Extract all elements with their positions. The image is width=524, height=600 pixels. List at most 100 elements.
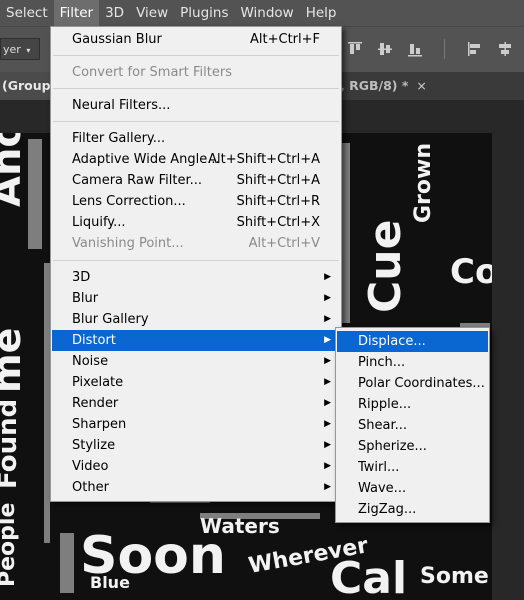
canvas-word: Blue [90, 573, 130, 592]
chevron-right-icon: ▶ [324, 482, 331, 492]
menu-item-liquify[interactable]: Liquify... Shift+Ctrl+X [52, 212, 340, 233]
align-top-icon[interactable] [345, 39, 365, 59]
chevron-right-icon: ▶ [324, 461, 331, 471]
menu-item-label: Blur [72, 291, 99, 306]
menu-item-sharpen[interactable]: Sharpen ▶ [52, 414, 340, 435]
submenu-item-zigzag[interactable]: ZigZag... [337, 499, 488, 520]
menu-item-label: Video [72, 459, 109, 474]
submenu-item-wave[interactable]: Wave... [337, 478, 488, 499]
align-left-icon[interactable] [465, 39, 485, 59]
menu-item-label: Blur Gallery [72, 312, 149, 327]
menu-item-3d[interactable]: 3D ▶ [52, 267, 340, 288]
tab-document-2-label: , RGB/8) * [340, 78, 409, 93]
chevron-right-icon: ▶ [324, 293, 331, 303]
menu-item-filter-gallery[interactable]: Filter Gallery... [52, 128, 340, 149]
menu-item-vanishing-point: Vanishing Point... Alt+Ctrl+V [52, 233, 340, 254]
menu-plugins[interactable]: Plugins [174, 0, 234, 26]
menu-item-label: Lens Correction... [72, 194, 186, 209]
chevron-right-icon: ▶ [324, 356, 331, 366]
menu-item-shortcut: Alt+Ctrl+V [248, 236, 320, 251]
submenu-item-ripple[interactable]: Ripple... [337, 394, 488, 415]
menu-item-convert-smart-filters: Convert for Smart Filters [52, 62, 340, 83]
menu-item-shortcut: Alt+Shift+Ctrl+A [208, 152, 320, 167]
menu-item-pixelate[interactable]: Pixelate ▶ [52, 372, 340, 393]
chevron-right-icon: ▶ [324, 335, 331, 345]
menu-item-label: Convert for Smart Filters [72, 65, 232, 80]
canvas-word: Some [420, 564, 489, 589]
menu-item-render[interactable]: Render ▶ [52, 393, 340, 414]
menu-separator [53, 88, 339, 89]
menu-item-shortcut: Shift+Ctrl+A [236, 173, 320, 188]
menu-item-shortcut: Shift+Ctrl+R [236, 194, 321, 209]
menu-item-neural-filters[interactable]: Neural Filters... [52, 95, 340, 116]
filter-menu: Gaussian Blur Alt+Ctrl+F Convert for Sma… [50, 26, 342, 502]
submenu-item-polar-coordinates[interactable]: Polar Coordinates... [337, 373, 488, 394]
tab-document-2[interactable]: , RGB/8) * × [340, 72, 427, 100]
canvas-word: Com [450, 252, 492, 292]
canvas-word: Ano [0, 133, 30, 207]
menu-item-shortcut: Shift+Ctrl+X [236, 215, 320, 230]
chevron-down-icon: ▾ [26, 46, 31, 55]
menu-item-label: Pixelate [72, 375, 124, 390]
align-bottom-icon[interactable] [405, 39, 425, 59]
menu-item-blur-gallery[interactable]: Blur Gallery ▶ [52, 309, 340, 330]
chevron-right-icon: ▶ [324, 272, 331, 282]
menu-item-label: Render [72, 396, 119, 411]
layer-select-value: yer [3, 43, 21, 56]
chevron-right-icon: ▶ [324, 398, 331, 408]
align-horizontal-center-icon[interactable] [495, 39, 515, 59]
submenu-item-pinch[interactable]: Pinch... [337, 352, 488, 373]
submenu-item-spherize[interactable]: Spherize... [337, 436, 488, 457]
menu-help[interactable]: Help [300, 0, 343, 26]
menu-item-gaussian-blur[interactable]: Gaussian Blur Alt+Ctrl+F [52, 29, 340, 50]
close-icon[interactable]: × [416, 78, 426, 93]
menu-item-label: Sharpen [72, 417, 127, 432]
distort-submenu: Displace... Pinch... Polar Coordinates..… [335, 327, 490, 523]
menu-bar: Select Filter 3D View Plugins Window Hel… [0, 0, 524, 26]
menu-item-other[interactable]: Other ▶ [52, 477, 340, 498]
menu-item-label: Camera Raw Filter... [72, 173, 203, 188]
canvas-word: me [0, 328, 29, 393]
menu-view[interactable]: View [130, 0, 174, 26]
auto-select-layer-dropdown[interactable]: yer ▾ [0, 38, 40, 60]
menu-item-label: Neural Filters... [72, 98, 171, 113]
submenu-item-twirl[interactable]: Twirl... [337, 457, 488, 478]
menu-item-label: Vanishing Point... [72, 236, 184, 251]
menu-item-video[interactable]: Video ▶ [52, 456, 340, 477]
chevron-right-icon: ▶ [324, 377, 331, 387]
menu-item-distort[interactable]: Distort ▶ [52, 330, 340, 351]
menu-item-stylize[interactable]: Stylize ▶ [52, 435, 340, 456]
canvas-word: People [0, 503, 20, 587]
canvas-word: Found [0, 399, 23, 489]
menu-item-label: Gaussian Blur [72, 32, 162, 47]
menu-item-adaptive-wide-angle[interactable]: Adaptive Wide Angle... Alt+Shift+Ctrl+A [52, 149, 340, 170]
menu-window[interactable]: Window [234, 0, 299, 26]
submenu-item-displace[interactable]: Displace... [337, 331, 488, 352]
chevron-right-icon: ▶ [324, 419, 331, 429]
menu-item-blur[interactable]: Blur ▶ [52, 288, 340, 309]
menu-item-camera-raw-filter[interactable]: Camera Raw Filter... Shift+Ctrl+A [52, 170, 340, 191]
canvas-word: Cal [330, 553, 407, 600]
menu-item-label: Noise [72, 354, 109, 369]
chevron-right-icon: ▶ [324, 440, 331, 450]
align-vertical-center-icon[interactable] [375, 39, 395, 59]
menu-item-label: Other [72, 480, 109, 495]
divider-icon [435, 39, 455, 59]
menu-item-lens-correction[interactable]: Lens Correction... Shift+Ctrl+R [52, 191, 340, 212]
align-toolbar [345, 39, 524, 59]
submenu-item-shear[interactable]: Shear... [337, 415, 488, 436]
menu-item-noise[interactable]: Noise ▶ [52, 351, 340, 372]
menu-3d[interactable]: 3D [99, 0, 130, 26]
menu-item-label: Distort [72, 333, 116, 348]
menu-filter[interactable]: Filter [53, 0, 100, 26]
canvas-word: Grown [411, 143, 436, 223]
menu-item-label: Filter Gallery... [72, 131, 166, 146]
menu-separator [53, 121, 339, 122]
menu-item-label: Liquify... [72, 215, 126, 230]
canvas-word: Cue [360, 220, 411, 313]
menu-item-label: Adaptive Wide Angle... [72, 152, 220, 167]
menu-item-shortcut: Alt+Ctrl+F [250, 32, 320, 47]
menu-select[interactable]: Select [0, 0, 54, 26]
menu-separator [53, 55, 339, 56]
menu-item-label: 3D [72, 270, 91, 285]
